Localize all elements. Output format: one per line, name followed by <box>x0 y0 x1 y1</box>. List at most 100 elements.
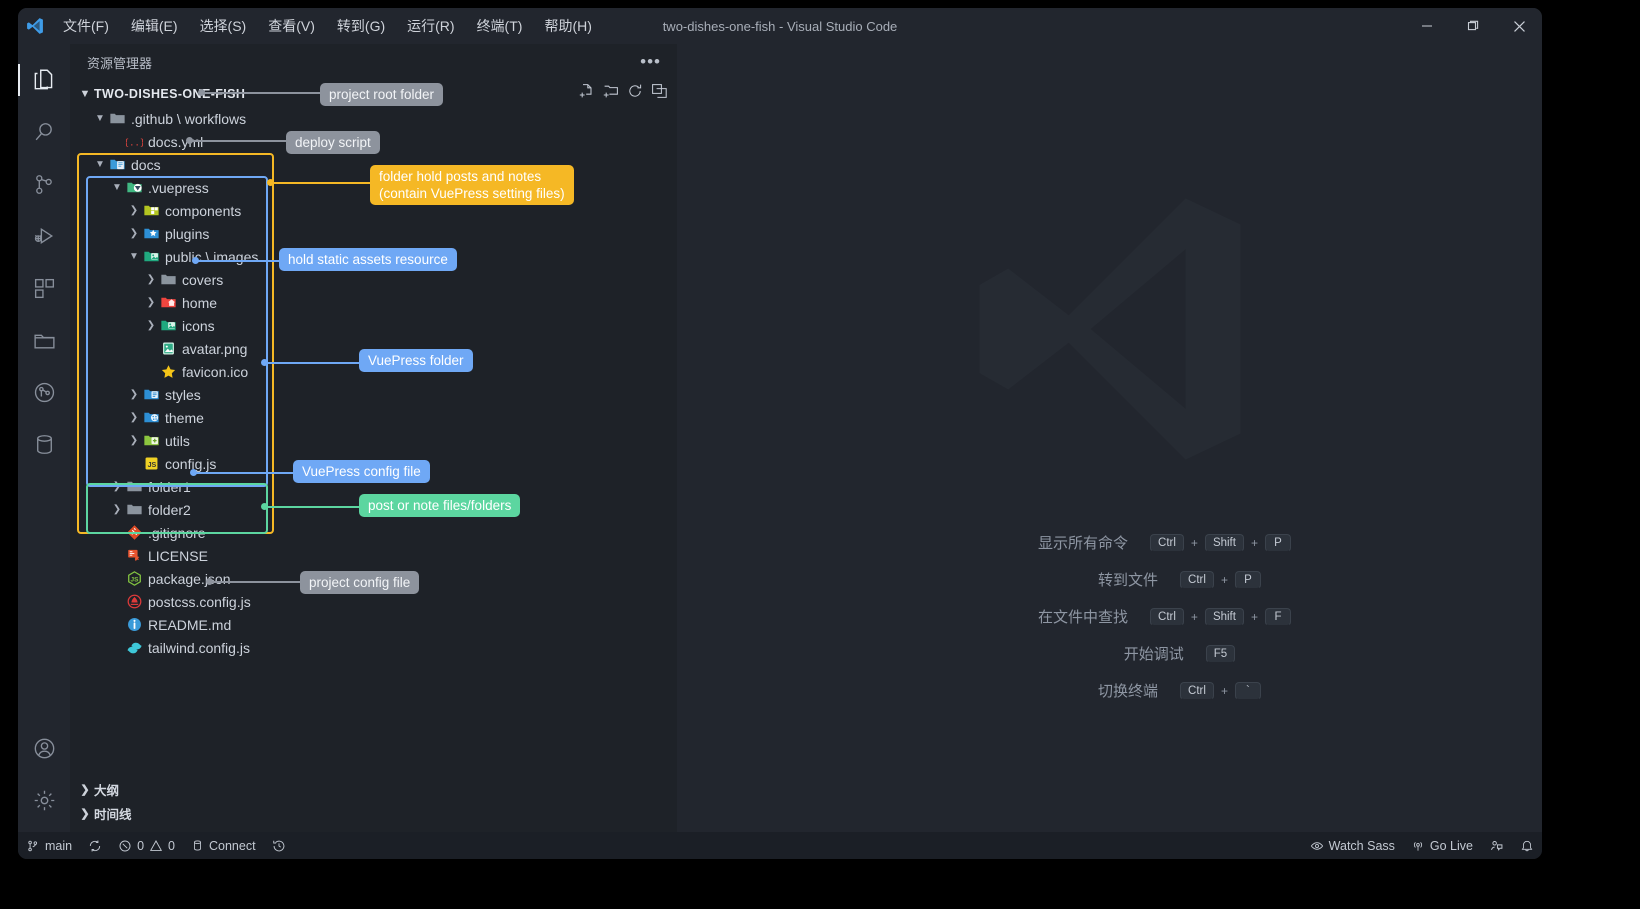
keyboard-key: Shift <box>1204 533 1244 552</box>
tree-item-avatar-png[interactable]: avatar.png <box>70 337 677 360</box>
activity-source-control[interactable] <box>18 158 70 210</box>
tree-item-home[interactable]: ❯ home <box>70 291 677 314</box>
tree-item-vuepress[interactable]: ▼ .vuepress <box>70 176 677 199</box>
shortcut-go-to-file[interactable]: 转到文件 Ctrl + P <box>958 561 1261 598</box>
chevron-right-icon: ❯ <box>112 504 122 515</box>
tailwind-icon <box>124 639 144 656</box>
chevron-right-icon: ❯ <box>129 205 139 216</box>
tree-item-github-workflows[interactable]: ▼ .github \ workflows <box>70 107 677 130</box>
shortcut-start-debugging[interactable]: 开始调试 F5 <box>984 635 1236 672</box>
sidebar-panel-outline[interactable]: ❯ 大纲 <box>70 777 677 801</box>
tree-item-label: utils <box>165 432 190 449</box>
menu-help[interactable]: 帮助(H) <box>533 12 602 40</box>
tree-item-readme-md[interactable]: README.md <box>70 613 677 636</box>
tree-item-covers[interactable]: ❯ covers <box>70 268 677 291</box>
close-icon[interactable] <box>1496 8 1542 44</box>
status-watch-sass[interactable]: Watch Sass <box>1302 832 1403 859</box>
chevron-down-icon: ▼ <box>79 87 91 100</box>
explorer-root-row[interactable]: ▼ TWO-DISHES-ONE-FISH <box>70 80 677 107</box>
shortcut-label: 开始调试 <box>1123 646 1184 663</box>
key-separator: + <box>1190 609 1198 624</box>
status-go-live[interactable]: Go Live <box>1403 832 1481 859</box>
menu-run[interactable]: 运行(R) <box>396 12 465 40</box>
folder-open-icon <box>107 110 127 127</box>
git-icon <box>124 524 144 541</box>
keyboard-key: Shift <box>1204 607 1244 626</box>
chevron-right-icon: ❯ <box>146 297 156 308</box>
menu-edit[interactable]: 编辑(E) <box>120 12 189 40</box>
tree-item-label: avatar.png <box>182 340 248 357</box>
folder-vuepress-icon <box>124 179 144 196</box>
tree-item-package-json[interactable]: JS package.json <box>70 567 677 590</box>
tree-item-label: styles <box>165 386 201 403</box>
activity-settings[interactable] <box>18 774 70 826</box>
activity-accounts[interactable] <box>18 722 70 774</box>
tree-item-postcss-config-js[interactable]: postcss.config.js <box>70 590 677 613</box>
tree-item-icons[interactable]: ❯ icons <box>70 314 677 337</box>
svg-text:{..}: {..} <box>126 138 143 148</box>
status-history[interactable] <box>264 832 294 859</box>
keyboard-key: Ctrl <box>1150 607 1184 626</box>
ellipsis-icon[interactable]: ••• <box>640 52 665 72</box>
explorer-actions <box>579 80 667 107</box>
activity-project-manager[interactable] <box>18 314 70 366</box>
tree-item-styles[interactable]: ❯ styles <box>70 383 677 406</box>
tree-item-tailwind-config-js[interactable]: tailwind.config.js <box>70 636 677 659</box>
activity-search[interactable] <box>18 106 70 158</box>
tree-item-folder2[interactable]: ❯ folder2 <box>70 498 677 521</box>
folder-theme-icon <box>141 409 161 426</box>
status-branch[interactable]: main <box>18 832 80 859</box>
status-watch-sass-label: Watch Sass <box>1328 838 1395 853</box>
status-feedback[interactable] <box>1481 832 1512 859</box>
tree-item-config-js[interactable]: JS config.js <box>70 452 677 475</box>
activity-extensions[interactable] <box>18 262 70 314</box>
menu-view[interactable]: 查看(V) <box>257 12 326 40</box>
menu-selection[interactable]: 选择(S) <box>189 12 258 40</box>
key-separator: + <box>1190 535 1198 550</box>
folder-home-icon <box>158 294 178 311</box>
chevron-right-icon: ❯ <box>146 274 156 285</box>
status-problems[interactable]: 0 0 <box>110 832 183 859</box>
sidebar-panel-timeline[interactable]: ❯ 时间线 <box>70 801 677 825</box>
tree-item-docs-yml[interactable]: {..} docs.yml <box>70 130 677 153</box>
keyboard-key: P <box>1264 533 1291 552</box>
shortcut-toggle-terminal[interactable]: 切换终端 Ctrl + ` <box>958 672 1261 709</box>
minimize-icon[interactable] <box>1404 8 1450 44</box>
keyboard-key: Ctrl <box>1180 681 1214 700</box>
tree-item-label: package.json <box>148 570 231 587</box>
tree-item-docs[interactable]: ▼ docs <box>70 153 677 176</box>
menu-go[interactable]: 转到(G) <box>326 12 396 40</box>
status-sync[interactable] <box>80 832 110 859</box>
status-connect[interactable]: Connect <box>183 832 264 859</box>
maximize-icon[interactable] <box>1450 8 1496 44</box>
shortcut-keys: F5 <box>1205 644 1236 663</box>
tree-item-label: config.js <box>165 455 217 472</box>
tree-item-plugins[interactable]: ❯ plugins <box>70 222 677 245</box>
refresh-icon[interactable] <box>627 83 643 104</box>
shortcut-find-in-files[interactable]: 在文件中查找 Ctrl + Shift + F <box>928 598 1291 635</box>
project-root-label: TWO-DISHES-ONE-FISH <box>94 86 246 101</box>
tree-item-folder1[interactable]: ❯ folder1 <box>70 475 677 498</box>
tree-item-gitignore[interactable]: .gitignore <box>70 521 677 544</box>
screenshot-root: 文件(F) 编辑(E) 选择(S) 查看(V) 转到(G) 运行(R) 终端(T… <box>0 0 1640 909</box>
tree-item-license[interactable]: LICENSE <box>70 544 677 567</box>
new-file-icon[interactable] <box>579 83 595 104</box>
activity-git-graph[interactable] <box>18 366 70 418</box>
new-folder-icon[interactable] <box>603 83 619 104</box>
tree-item-components[interactable]: ❯ components <box>70 199 677 222</box>
favicon-star-icon <box>158 363 178 380</box>
activity-database[interactable] <box>18 418 70 470</box>
activity-run-debug[interactable] <box>18 210 70 262</box>
tree-item-label: components <box>165 202 242 219</box>
status-notifications[interactable] <box>1512 832 1542 859</box>
menu-terminal[interactable]: 终端(T) <box>466 12 534 40</box>
tree-item-favicon-ico[interactable]: favicon.ico <box>70 360 677 383</box>
tree-item-public-images[interactable]: ▼ public \ images <box>70 245 677 268</box>
collapse-all-icon[interactable] <box>651 83 667 104</box>
activity-explorer[interactable] <box>18 54 70 106</box>
tree-item-theme[interactable]: ❯ theme <box>70 406 677 429</box>
shortcut-show-all-commands[interactable]: 显示所有命令 Ctrl + Shift + P <box>928 524 1291 561</box>
tree-item-utils[interactable]: ❯ utils <box>70 429 677 452</box>
menu-file[interactable]: 文件(F) <box>52 12 120 40</box>
file-tree[interactable]: ▼ .github \ workflows {..} docs.yml ▼ docs ▼ .v… <box>70 107 677 772</box>
